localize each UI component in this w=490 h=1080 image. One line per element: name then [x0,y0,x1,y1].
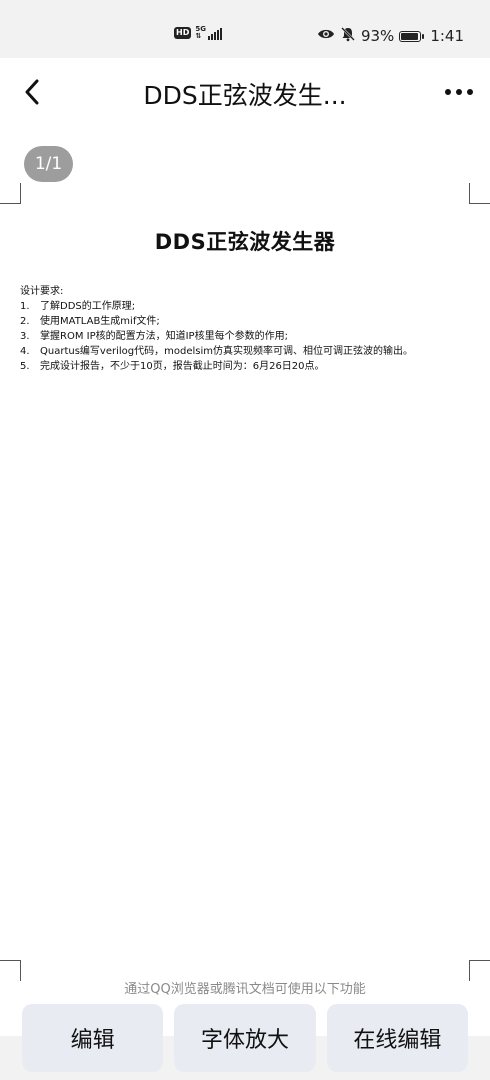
requirements-list: 1. 了解DDS的工作原理; 2. 使用MATLAB生成mif文件; 3. 掌握… [20,299,470,374]
online-edit-button[interactable]: 在线编辑 [326,1004,468,1072]
list-item: 2. 使用MATLAB生成mif文件; [20,316,160,327]
screen: HD 5G ⇅ 93% 1:41 DDS正弦波发生... 1/1 DDS正弦波发… [0,0,490,1080]
list-item: 4. Quartus编写verilog代码，modelsim仿真实现频率可调、相… [20,346,413,357]
hd-voice-icon: HD [174,27,192,39]
enlarge-font-button[interactable]: 字体放大 [174,1004,316,1072]
more-options-button[interactable] [442,78,476,106]
feature-hint: 通过QQ浏览器或腾讯文档可使用以下功能 [124,982,366,997]
network-type: 5G ⇅ [195,25,206,40]
list-item: 1. 了解DDS的工作原理; [20,301,136,312]
requirements-heading: 设计要求: [20,286,64,297]
more-dot [467,89,473,95]
muted-bell-icon [340,26,356,46]
action-row: 编辑 字体放大 在线编辑 [22,1004,468,1072]
chevron-left-icon [25,79,39,105]
page-title: DDS正弦波发生... [143,81,347,110]
battery-percent: 93% [360,27,395,45]
status-right: 93% 1:41 [317,26,464,46]
crop-mark [469,183,490,204]
app-header: DDS正弦波发生... [0,58,490,126]
more-dot [445,89,451,95]
document-page: DDS正弦波发生器 设计要求: 1. 了解DDS的工作原理; 2. 使用MATL… [20,226,470,374]
more-dot [456,89,462,95]
battery-fill [401,32,418,40]
status-bar: HD 5G ⇅ 93% 1:41 [0,0,490,58]
network-status: HD 5G ⇅ [174,26,222,40]
back-button[interactable] [16,74,48,110]
list-item: 3. 掌握ROM IP核的配置方法，知道IP核里每个参数的作用; [20,331,288,342]
list-item: 5. 完成设计报告，不少于10页，报告截止时间为：6月26日20点。 [20,361,325,372]
data-arrows-icon: ⇅ [195,32,202,40]
battery-icon [399,30,425,42]
page-indicator: 1/1 [24,146,73,182]
signal-bars [207,28,222,40]
crop-mark [0,183,21,204]
document-title: DDS正弦波发生器 [154,230,336,254]
cell-signal-icon: 5G ⇅ [195,26,222,40]
edit-button[interactable]: 编辑 [22,1004,164,1072]
eye-icon [317,27,335,45]
clock: 1:41 [430,27,464,45]
